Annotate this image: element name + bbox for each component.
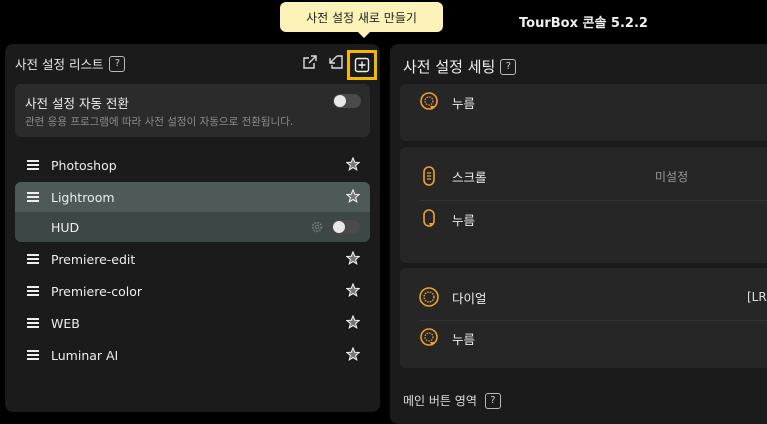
preset-item-photoshop[interactable]: Photoshop <box>15 150 370 180</box>
dial-row[interactable]: 다이얼 [LR] <box>400 279 767 315</box>
press-label: 누름 <box>452 95 476 111</box>
export-icon[interactable] <box>301 53 319 71</box>
import-icon[interactable] <box>327 53 345 71</box>
preset-item-premiere-color[interactable]: Premiere-color <box>15 276 370 306</box>
menu-icon <box>27 284 39 298</box>
preset-label: Photoshop <box>51 157 117 173</box>
auto-switch-title: 사전 설정 자동 전환 <box>25 96 129 111</box>
star-icon[interactable] <box>345 314 361 332</box>
scroll-press-icon <box>423 209 435 227</box>
preset-label: Premiere-edit <box>51 251 136 267</box>
help-icon[interactable]: ? <box>500 58 517 75</box>
dial-press-icon <box>420 328 438 346</box>
menu-icon <box>27 252 39 266</box>
preset-label: WEB <box>51 315 80 331</box>
preset-item-premiere-edit[interactable]: Premiere-edit <box>15 244 370 274</box>
help-icon[interactable]: ? <box>484 392 501 409</box>
dial-value: [LR] <box>747 290 767 304</box>
star-icon[interactable] <box>345 250 361 268</box>
press-row[interactable]: 누름 <box>400 84 767 120</box>
new-preset-tooltip: 사전 설정 새로 만들기 <box>280 2 443 38</box>
preset-settings-title: 사전 설정 세팅 <box>403 58 496 76</box>
control-card-1: 누름 <box>400 84 767 141</box>
control-card-scroll: 스크롤 미설정 누름 <box>400 147 767 263</box>
gear-icon[interactable] <box>310 220 324 237</box>
star-icon[interactable] <box>345 156 361 174</box>
menu-icon <box>27 158 39 172</box>
scroll-wheel-icon <box>423 166 435 186</box>
dial-icon <box>419 287 439 307</box>
menu-icon <box>27 348 39 362</box>
preset-sub-item-hud[interactable]: HUD <box>15 212 370 242</box>
preset-list-title: 사전 설정 리스트 <box>15 57 104 72</box>
preset-label: Luminar AI <box>51 347 119 363</box>
scroll-row[interactable]: 스크롤 미설정 <box>400 158 767 194</box>
star-icon[interactable] <box>345 188 361 206</box>
plus-icon <box>354 57 370 73</box>
main-button-area-label: 메인 버튼 영역 ? <box>403 392 501 409</box>
preset-list-header: 사전 설정 리스트 ? <box>15 54 126 73</box>
scroll-press-row[interactable]: 누름 <box>400 201 767 237</box>
menu-icon <box>27 190 39 204</box>
scroll-label: 스크롤 <box>452 169 487 185</box>
press-label: 누름 <box>452 331 476 347</box>
scroll-value: 미설정 <box>655 169 689 184</box>
control-card-dial: 다이얼 [LR] 누름 <box>400 268 767 368</box>
hud-toggle[interactable] <box>332 220 360 234</box>
knob-press-icon <box>420 92 438 110</box>
add-preset-button[interactable] <box>347 50 377 80</box>
dial-press-row[interactable]: 누름 <box>400 320 767 356</box>
app-title: TourBox 콘솔 5.2.2 <box>519 16 648 31</box>
star-icon[interactable] <box>345 282 361 300</box>
help-icon[interactable]: ? <box>109 55 126 72</box>
preset-item-luminar-ai[interactable]: Luminar AI <box>15 340 370 370</box>
dial-label: 다이얼 <box>452 290 487 306</box>
preset-settings-panel: 사전 설정 세팅 ? 누름 스크롤 미설정 누름 다이얼 [LR] <box>390 44 767 424</box>
star-icon[interactable] <box>345 346 361 364</box>
menu-icon <box>27 316 39 330</box>
preset-label: Lightroom <box>51 189 115 205</box>
preset-item-web[interactable]: WEB <box>15 308 370 338</box>
preset-label: Premiere-color <box>51 283 143 299</box>
auto-switch-toggle[interactable] <box>333 94 361 108</box>
preset-list-panel: 사전 설정 리스트 ? 사전 설정 자동 전환 관련 응용 프로그램에 따라 사… <box>5 44 380 412</box>
preset-item-lightroom[interactable]: Lightroom <box>15 182 370 212</box>
preset-settings-header: 사전 설정 세팅 ? <box>403 56 517 77</box>
main-button-area-title: 메인 버튼 영역 <box>403 394 477 408</box>
preset-label: HUD <box>51 219 80 235</box>
auto-switch-description: 관련 응용 프로그램에 따라 사전 설정이 자동으로 전환됩니다. <box>25 116 294 128</box>
press-label: 누름 <box>452 212 476 228</box>
auto-switch-box: 사전 설정 자동 전환 관련 응용 프로그램에 따라 사전 설정이 자동으로 전… <box>15 84 370 137</box>
